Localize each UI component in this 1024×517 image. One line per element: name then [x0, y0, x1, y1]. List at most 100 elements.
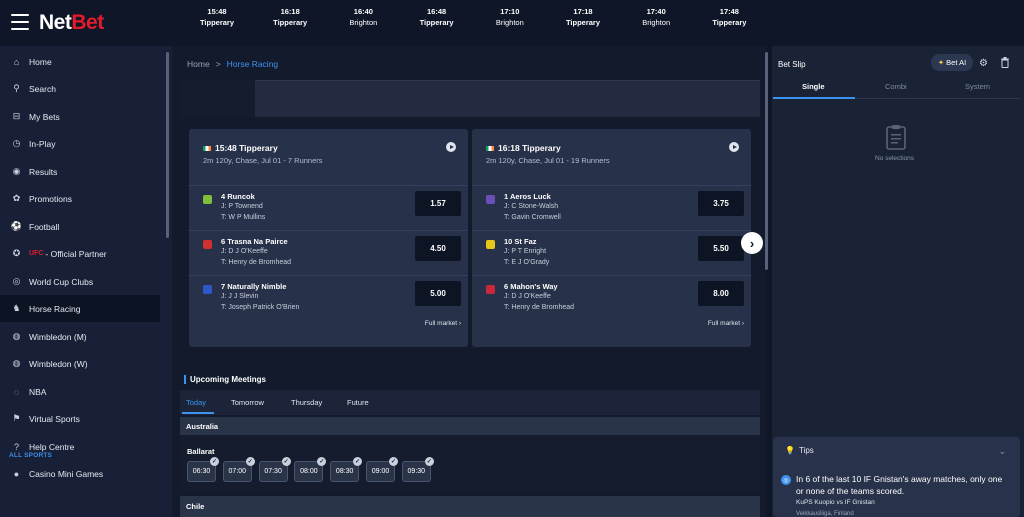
tab-thursday[interactable]: Thursday — [291, 398, 322, 407]
race-time-chip[interactable]: 07:30 ✓ — [258, 457, 291, 482]
basketball-icon: ◌ — [13, 386, 20, 397]
race-tab[interactable]: 16:48 Tipperary — [407, 6, 467, 28]
race-time-chip[interactable]: 08:00 ✓ — [294, 457, 327, 482]
runner-trainer: T: W P Mullins — [221, 214, 266, 221]
chevron-down-icon[interactable]: ⌄ — [998, 446, 1006, 457]
tips-header[interactable]: 💡 Tips — [785, 446, 814, 455]
runner-name: 1 Aeros Luck — [504, 192, 551, 201]
country-header-chile[interactable]: Chile — [180, 496, 760, 517]
sidebar-item-wimbledon-w[interactable]: ◍ Wimbledon (W) — [0, 350, 160, 377]
sidebar-item-football[interactable]: ⚽ Football — [0, 213, 160, 240]
trash-icon[interactable] — [1000, 57, 1010, 68]
next-races-arrow-icon[interactable]: › — [741, 232, 763, 254]
odds-button[interactable]: 3.75 — [698, 191, 744, 216]
tab-today[interactable]: Today — [186, 398, 206, 407]
sidebar-item-world-cup-clubs[interactable]: ◎ World Cup Clubs — [0, 268, 160, 295]
race-card-title[interactable]: 16:18 Tipperary — [486, 143, 561, 153]
bet-ai-button[interactable]: ✦ Bet AI — [931, 54, 973, 71]
virtual-icon: ⚑ — [12, 413, 21, 423]
casino-icon: ● — [13, 468, 20, 479]
race-tab[interactable]: 17:10 Brighton — [480, 6, 540, 28]
sidebar-item-virtual-sports[interactable]: ⚑ Virtual Sports — [0, 405, 160, 432]
sidebar-item-casino-mini-games[interactable]: ● Casino Mini Games — [0, 460, 160, 487]
runner-name: 6 Trasna Na Pairce — [221, 237, 288, 246]
race-tab[interactable]: 17:18 Tipperary — [553, 6, 613, 28]
netbet-logo[interactable]: NetBet — [39, 11, 104, 35]
tab-single[interactable]: Single — [802, 82, 825, 91]
sidebar-item-my-bets[interactable]: ⊟ My Bets — [0, 103, 160, 130]
race-tab[interactable]: 17:40 Brighton — [626, 6, 686, 28]
sidebar-item-nba[interactable]: ◌ NBA — [0, 378, 160, 405]
upcoming-meetings-title: Upcoming Meetings — [184, 375, 266, 384]
gear-icon[interactable]: ⚙ — [979, 58, 988, 69]
sidebar-scrollbar[interactable] — [166, 52, 169, 238]
tab-system[interactable]: System — [965, 82, 990, 91]
sidebar-item-promotions[interactable]: ✿ Promotions — [0, 185, 160, 212]
sidebar-item-label: Home — [29, 56, 52, 67]
race-tab[interactable]: 16:18 Tipperary — [260, 6, 320, 28]
sidebar-item-official-partner[interactable]: ✪ UFC - Official Partner — [0, 240, 160, 267]
race-tab[interactable]: 17:48 Tipperary — [699, 6, 759, 28]
full-market-link[interactable]: Full market › — [708, 320, 744, 327]
race-tab[interactable]: 16:40 Brighton — [333, 6, 393, 28]
tennis-ball-icon: ◍ — [12, 358, 21, 368]
sidebar-item-label: Wimbledon (M) — [29, 331, 87, 342]
breadcrumb: Home > Horse Racing — [187, 59, 278, 69]
football-icon: ⚽ — [10, 221, 23, 231]
sidebar-item-in-play[interactable]: ◷ In-Play — [0, 130, 160, 157]
odds-button[interactable]: 1.57 — [415, 191, 461, 216]
odds-button[interactable]: 5.50 — [698, 236, 744, 261]
breadcrumb-current[interactable]: Horse Racing — [227, 59, 279, 69]
race-time-chip[interactable]: 09:00 ✓ — [366, 457, 398, 482]
sidebar-item-label: Promotions — [29, 193, 72, 204]
sidebar-item-label: - Official Partner — [45, 248, 107, 259]
race-time: 16:48 — [427, 7, 447, 16]
race-time: 17:40 — [646, 7, 666, 16]
race-tab[interactable]: 15:48 Tipperary — [187, 6, 247, 28]
runner-row: 6 Mahon's Way J: D J O'Keeffe T: Henry d… — [472, 275, 751, 319]
sidebar-item-horse-racing[interactable]: ♞ Horse Racing — [0, 295, 160, 322]
hamburger-menu-icon[interactable] — [11, 14, 29, 30]
race-time-chip[interactable]: 07:00 ✓ — [222, 457, 255, 482]
sidebar-item-label: Search — [29, 83, 56, 94]
home-icon: ⌂ — [13, 56, 20, 67]
race-card-title[interactable]: 15:48 Tipperary — [203, 143, 278, 153]
runner-row: 6 Trasna Na Pairce J: D J O'Keeffe T: He… — [189, 230, 468, 274]
odds-button[interactable]: 4.50 — [415, 236, 461, 261]
race-time-strip — [180, 80, 760, 117]
sidebar-item-home[interactable]: ⌂ Home — [0, 48, 160, 75]
full-market-link[interactable]: Full market › — [425, 320, 461, 327]
runner-jockey: J: P Townend — [221, 203, 263, 210]
race-track: Brighton — [642, 18, 671, 27]
sidebar-item-search[interactable]: ⚲ Search — [0, 75, 160, 102]
runner-name: 6 Mahon's Way — [504, 282, 558, 291]
race-track: Tipperary — [419, 18, 454, 27]
odds-button[interactable]: 5.00 — [415, 281, 461, 306]
country-header-australia[interactable]: Australia — [180, 417, 760, 435]
sidebar-item-results[interactable]: ◉ Results — [0, 158, 160, 185]
eye-icon: ◉ — [12, 166, 21, 176]
runner-row: 7 Naturally Nimble J: J J Slevin T: Jose… — [189, 275, 468, 319]
tab-tomorrow[interactable]: Tomorrow — [231, 398, 264, 407]
play-icon[interactable] — [446, 142, 456, 152]
main-scrollbar[interactable] — [765, 52, 768, 270]
sidebar-item-label: In-Play — [29, 138, 56, 149]
tab-combi[interactable]: Combi — [885, 82, 907, 91]
sidebar-item-label: Wimbledon (W) — [29, 358, 88, 369]
race-track: Tipperary — [199, 18, 235, 27]
race-time-chip[interactable]: 06:30 ✓ — [187, 457, 219, 482]
race-time-chip[interactable]: 09:30 ✓ — [401, 457, 434, 482]
odds-button[interactable]: 8.00 — [698, 281, 744, 306]
bet-slip-title: Bet Slip — [778, 60, 806, 69]
breadcrumb-home[interactable]: Home — [187, 59, 210, 69]
sidebar-item-label: NBA — [29, 386, 47, 397]
jockey-silk-icon — [486, 285, 495, 294]
race-time-chip[interactable]: 08:30 ✓ — [330, 457, 363, 482]
sidebar-item-wimbledon-m[interactable]: ◍ Wimbledon (M) — [0, 323, 160, 350]
play-icon[interactable] — [729, 142, 739, 152]
sidebar-item-label: My Bets — [29, 111, 60, 122]
no-selections-text: No selections — [875, 155, 915, 162]
tip-match[interactable]: KuPS Kuopio vs IF Gnistan — [796, 499, 875, 506]
tab-future[interactable]: Future — [347, 398, 369, 407]
race-track: Brighton — [495, 18, 524, 27]
